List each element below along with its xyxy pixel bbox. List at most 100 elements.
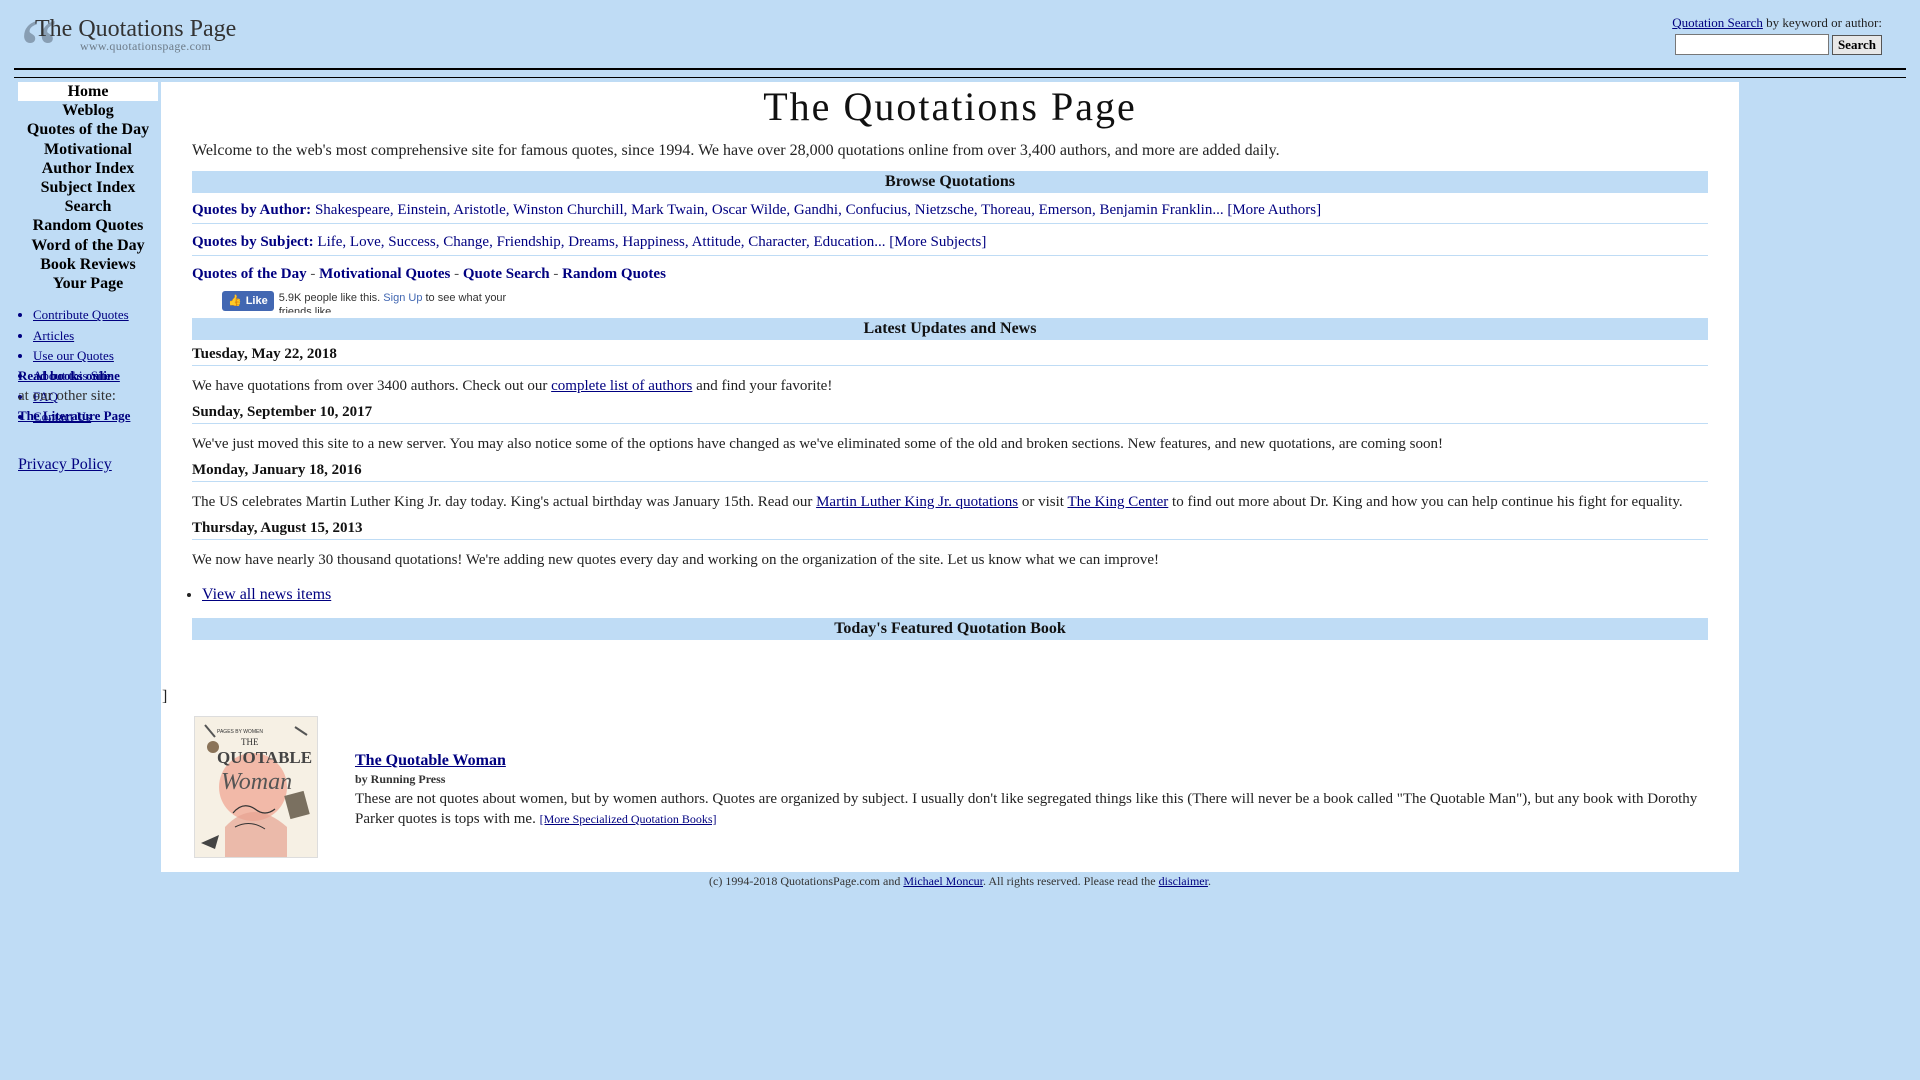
sidebar-item-subject-index[interactable]: Subject Index <box>0 178 158 197</box>
sidebar-link[interactable]: Word of the Day <box>31 237 144 254</box>
sidebar-item-book-reviews[interactable]: Book Reviews <box>0 255 158 274</box>
book-cover-image[interactable]: PAGES BY WOMEN THE QUOTABLE Woman <box>194 716 318 858</box>
subject-link[interactable]: Life <box>317 234 342 250</box>
site-logo[interactable]: “ The Quotations Page www.quotationspage… <box>18 6 236 92</box>
sidebar-link[interactable]: Your Page <box>53 275 123 292</box>
facebook-like-button[interactable]: 👍 Like <box>222 291 274 311</box>
subject-link[interactable]: Happiness <box>622 234 685 250</box>
news-date: Sunday, September 10, 2017 <box>192 398 1708 424</box>
michael-moncur-link[interactable]: Michael Moncur <box>903 874 983 888</box>
sidebar-link[interactable]: Subject Index <box>41 179 136 196</box>
news-body: We now have nearly 30 thousand quotation… <box>192 540 1708 572</box>
news-text: to find out more about Dr. King and how … <box>1168 494 1683 510</box>
more-books-link[interactable]: [More Specialized Quotation Books] <box>540 812 717 826</box>
more-subjects-link[interactable]: [More Subjects] <box>889 234 986 250</box>
subject-link[interactable]: Attitude <box>692 234 741 250</box>
subject-link[interactable]: Love <box>350 234 381 250</box>
footer-text: . <box>1207 874 1211 888</box>
subject-link[interactable]: Friendship <box>497 234 561 250</box>
header-search: Quotation Search by keyword or author: S… <box>1642 15 1882 55</box>
author-link[interactable]: Aristotle <box>453 202 506 218</box>
sidebar-nav: Home Weblog Quotes of the Day Motivation… <box>0 82 160 293</box>
separator: , <box>1031 202 1039 218</box>
subject-link[interactable]: Change <box>443 234 489 250</box>
search-button[interactable]: Search <box>1831 34 1882 55</box>
facebook-like-widget: 👍 Like 5.9K people like this. Sign Up to… <box>222 291 1708 315</box>
cover-woman: Woman <box>221 769 292 795</box>
author-list-link[interactable]: complete list of authors <box>551 378 692 394</box>
author-link[interactable]: Einstein <box>397 202 446 218</box>
read-books-block: Read books online at our other site: The… <box>18 366 158 426</box>
sidebar-link[interactable]: Motivational <box>44 141 132 158</box>
quotation-search-link[interactable]: Quotation Search <box>1672 15 1763 30</box>
separator: , <box>684 234 692 250</box>
separator: - <box>310 266 316 282</box>
author-link[interactable]: Confucius <box>846 202 908 218</box>
more-authors-link[interactable]: [More Authors] <box>1227 202 1321 218</box>
subject-link[interactable]: Success <box>388 234 436 250</box>
book-title-link[interactable]: The Quotable Woman <box>355 752 506 769</box>
view-all-news-link[interactable]: View all news items <box>202 586 331 603</box>
author-link[interactable]: Winston Churchill <box>513 202 624 218</box>
cover-top-text: PAGES BY WOMEN <box>217 729 263 735</box>
sidebar-item-weblog[interactable]: Weblog <box>0 101 158 120</box>
author-links: Shakespeare, Einstein, Aristotle, Winsto… <box>315 202 1227 218</box>
news-date: Monday, January 18, 2016 <box>192 456 1708 482</box>
sidebar-item-random-quotes[interactable]: Random Quotes <box>0 216 158 235</box>
separator: , <box>786 202 794 218</box>
author-link[interactable]: Gandhi <box>794 202 838 218</box>
king-center-link[interactable]: The King Center <box>1067 494 1168 510</box>
articles-link[interactable]: Articles <box>33 328 74 343</box>
author-link[interactable]: Oscar Wilde <box>712 202 787 218</box>
read-books-link[interactable]: Read books online <box>18 368 120 383</box>
author-link[interactable]: Shakespeare <box>315 202 390 218</box>
privacy-policy-link[interactable]: Privacy Policy <box>18 456 112 474</box>
sidebar-link[interactable]: Quotes of the Day <box>27 121 149 138</box>
search-input[interactable] <box>1674 34 1829 55</box>
sidebar-item-quotes-of-the-day[interactable]: Quotes of the Day <box>0 120 158 139</box>
author-link[interactable]: Thoreau <box>981 202 1031 218</box>
sidebar-link[interactable]: Home <box>68 83 109 100</box>
news-text: and find your favorite! <box>692 378 833 394</box>
subject-links: Life, Love, Success, Change, Friendship,… <box>317 234 889 250</box>
use-our-quotes-link[interactable]: Use our Quotes <box>33 348 114 363</box>
contribute-quotes-link[interactable]: Contribute Quotes <box>33 307 129 322</box>
sidebar-link[interactable]: Search <box>65 198 112 215</box>
subnav-item: Use our Quotes <box>33 346 160 366</box>
book-info: The Quotable Woman by Running Press Thes… <box>355 752 1705 829</box>
sidebar-item-search[interactable]: Search <box>0 197 158 216</box>
mlk-quotations-link[interactable]: Martin Luther King Jr. quotations <box>816 494 1018 510</box>
literature-page-link[interactable]: The Literature Page <box>18 408 130 423</box>
book-cover-art: PAGES BY WOMEN THE QUOTABLE Woman <box>195 717 317 857</box>
author-link[interactable]: Benjamin Franklin... <box>1099 202 1223 218</box>
sidebar-item-home[interactable]: Home <box>18 82 158 102</box>
sidebar-link[interactable]: Author Index <box>42 160 135 177</box>
quote-search-link[interactable]: Quote Search <box>463 266 550 282</box>
news-date: Tuesday, May 22, 2018 <box>192 340 1708 366</box>
sidebar-item-word-of-the-day[interactable]: Word of the Day <box>0 236 158 255</box>
sidebar-item-author-index[interactable]: Author Index <box>0 159 158 178</box>
separator: , <box>907 202 915 218</box>
subject-link[interactable]: Education... <box>813 234 885 250</box>
author-link[interactable]: Mark Twain <box>631 202 704 218</box>
quotes-of-the-day-link[interactable]: Quotes of the Day <box>192 266 307 282</box>
news-text: We now have nearly 30 thousand quotation… <box>192 552 1159 568</box>
random-quotes-link[interactable]: Random Quotes <box>562 266 666 282</box>
news-text: The US celebrates Martin Luther King Jr.… <box>192 494 817 510</box>
disclaimer-link[interactable]: disclaimer <box>1159 874 1208 888</box>
sidebar-link[interactable]: Book Reviews <box>40 256 136 273</box>
sidebar-item-motivational[interactable]: Motivational <box>0 140 158 159</box>
sidebar-item-your-page[interactable]: Your Page <box>0 274 158 293</box>
news-heading: Latest Updates and News <box>192 318 1708 340</box>
stray-bracket: ] <box>162 688 168 705</box>
footer-text: (c) 1994-2018 QuotationsPage.com and <box>709 874 904 888</box>
subject-link[interactable]: Character <box>748 234 806 250</box>
signup-link[interactable]: Sign Up <box>383 292 422 304</box>
author-link[interactable]: Emerson <box>1039 202 1092 218</box>
sidebar-link[interactable]: Weblog <box>62 102 114 119</box>
subject-link[interactable]: Dreams <box>568 234 615 250</box>
sidebar-link[interactable]: Random Quotes <box>33 217 144 234</box>
other-site-text: at our other site: <box>18 387 116 404</box>
motivational-quotes-link[interactable]: Motivational Quotes <box>319 266 450 282</box>
author-link[interactable]: Nietzsche <box>915 202 974 218</box>
